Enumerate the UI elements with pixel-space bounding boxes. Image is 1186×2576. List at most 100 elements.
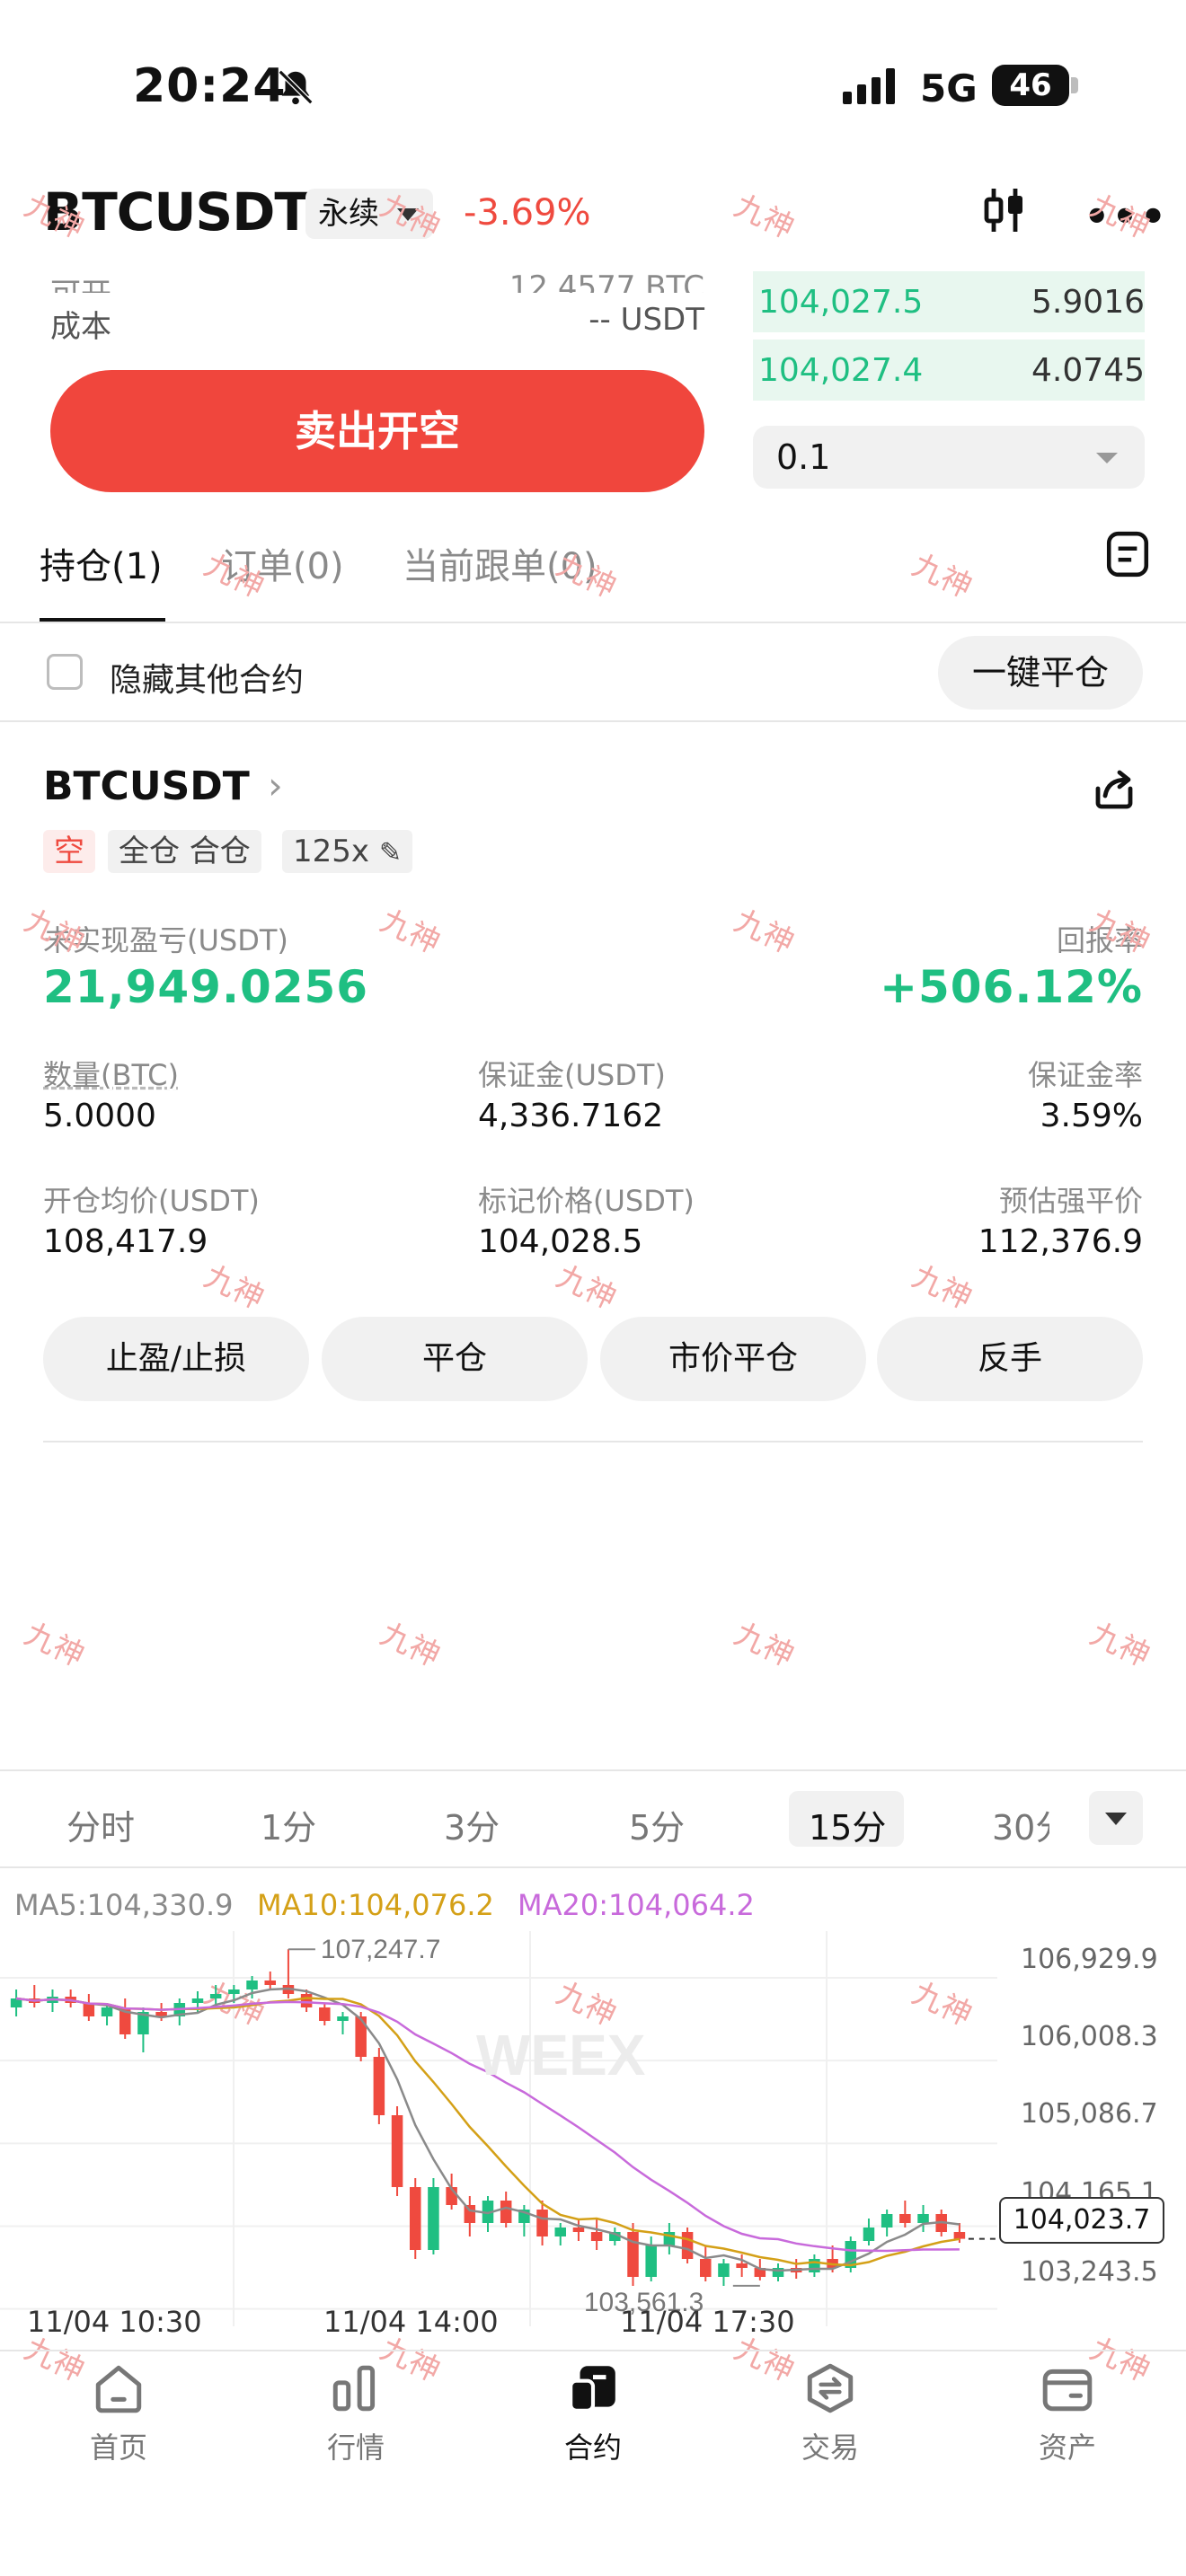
divider xyxy=(43,1441,1143,1442)
candle-body xyxy=(428,2187,439,2250)
chevron-right-icon[interactable]: › xyxy=(268,763,283,807)
orderbook-qty: 4.0745 xyxy=(1031,352,1145,389)
interval-tab-3m[interactable]: 3分 xyxy=(444,1800,500,1849)
high-label: 107,247.7 xyxy=(321,1935,440,1964)
candle-body xyxy=(319,2007,331,2021)
watermark: 九神 xyxy=(551,1258,622,1318)
close-position-button[interactable]: 平仓 xyxy=(322,1317,588,1401)
candle-body xyxy=(718,2263,730,2277)
watermark: 九神 xyxy=(729,188,800,247)
interval-tab-30m[interactable]: 30分 xyxy=(992,1800,1049,1849)
sell-open-short-button[interactable]: 卖出开空 xyxy=(50,370,704,492)
entry-price-value: 108,417.9 xyxy=(43,1223,208,1260)
candle-body xyxy=(101,2007,113,2016)
orderbook-row[interactable]: 104,027.4 4.0745 xyxy=(753,340,1145,401)
watermark: 九神 xyxy=(375,903,446,962)
liq-price-label: 预估强平价 xyxy=(998,1184,1143,1218)
divider xyxy=(0,622,1186,623)
candle-body xyxy=(590,2232,603,2241)
nav-assets-label: 资产 xyxy=(1038,2430,1096,2465)
candle-body xyxy=(209,1994,222,1998)
qty-label[interactable]: 数量(BTC) xyxy=(43,1053,179,1094)
y-tick-label: 106,929.9 xyxy=(1021,1944,1158,1975)
watermark: 九神 xyxy=(375,1616,446,1675)
orderbook-row[interactable]: 104,027.5 5.9016 xyxy=(753,271,1145,332)
ma20-text: MA20:104,064.2 xyxy=(518,1888,755,1922)
depth-precision-select[interactable]: 0.1 xyxy=(753,426,1145,489)
share-icon[interactable] xyxy=(1091,765,1137,812)
candle-body xyxy=(736,2263,748,2268)
hide-others-checkbox[interactable] xyxy=(47,654,83,690)
candlestick-chart-icon[interactable] xyxy=(979,185,1030,235)
y-tick-label: 104,165.1 xyxy=(1021,2177,1158,2197)
chevron-down-icon xyxy=(1105,1813,1127,1825)
margin-label: 保证金(USDT) xyxy=(478,1058,666,1092)
candle-body xyxy=(300,1994,313,2007)
tab-positions[interactable]: 持仓(1) xyxy=(40,537,163,589)
x-tick-label: 11/04 14:00 xyxy=(323,2305,499,2339)
divider xyxy=(0,1866,1186,1868)
signal-icon xyxy=(843,68,895,104)
interval-more-button[interactable] xyxy=(1089,1791,1143,1845)
market-close-button[interactable]: 市价平仓 xyxy=(600,1317,866,1401)
candle-body xyxy=(953,2232,966,2239)
margin-rate-label: 保证金率 xyxy=(1027,1058,1143,1092)
watermark: 九神 xyxy=(729,903,800,962)
watermark: 九神 xyxy=(1084,1616,1155,1675)
candle-body xyxy=(464,2205,476,2223)
close-all-button[interactable]: 一键平仓 xyxy=(938,636,1143,710)
nav-home-label: 首页 xyxy=(89,2430,147,2465)
bar-chart-icon xyxy=(332,2365,376,2412)
order-history-icon[interactable] xyxy=(1105,530,1150,578)
interval-tab-15m[interactable]: 15分 xyxy=(809,1800,886,1849)
candle-body xyxy=(899,2214,911,2223)
candle-body xyxy=(863,2228,875,2241)
orderbook-qty: 5.9016 xyxy=(1031,284,1145,321)
interval-tab-1m[interactable]: 1分 xyxy=(261,1800,316,1849)
y-tick-label: 106,008.3 xyxy=(1021,2021,1158,2052)
margin-mode-badge: 全仓 合仓 xyxy=(108,830,261,873)
divider xyxy=(0,720,1186,722)
nav-trade-label: 交易 xyxy=(801,2430,859,2465)
qty-value: 5.0000 xyxy=(43,1098,156,1134)
interval-tab-5m[interactable]: 5分 xyxy=(629,1800,685,1849)
status-time: 20:24 xyxy=(133,59,287,113)
nav-assets[interactable]: 资产 xyxy=(978,2360,1157,2466)
watermark: 九神 xyxy=(199,1258,270,1318)
watermark: 九神 xyxy=(19,1616,90,1675)
watermark: 九神 xyxy=(907,1258,978,1318)
position-symbol[interactable]: BTCUSDT xyxy=(43,763,250,809)
reverse-button[interactable]: 反手 xyxy=(877,1317,1143,1401)
candle-body xyxy=(627,2232,639,2277)
price-change: -3.69% xyxy=(464,192,591,234)
nav-futures[interactable]: 合约 xyxy=(503,2360,683,2466)
nav-markets[interactable]: 行情 xyxy=(266,2360,446,2466)
available-value: 12.4577 BTC xyxy=(509,269,704,293)
candle-body xyxy=(246,1981,258,1989)
nav-home[interactable]: 首页 xyxy=(29,2360,208,2466)
liq-price-value: 112,376.9 xyxy=(978,1223,1143,1260)
tp-sl-button[interactable]: 止盈/止损 xyxy=(43,1317,309,1401)
mark-price-value: 104,028.5 xyxy=(478,1223,643,1260)
nav-markets-label: 行情 xyxy=(326,2430,385,2465)
orderbook-price: 104,027.4 xyxy=(758,352,924,389)
futures-icon xyxy=(569,2366,615,2413)
candle-body xyxy=(373,2057,385,2115)
leverage-value: 125x xyxy=(293,834,370,869)
orderbook-price: 104,027.5 xyxy=(758,284,924,321)
nav-trade[interactable]: 交易 xyxy=(740,2360,920,2466)
candle-body xyxy=(409,2187,421,2250)
entry-price-label: 开仓均价(USDT) xyxy=(43,1184,260,1218)
interval-tab-timeshare[interactable]: 分时 xyxy=(66,1800,135,1849)
candle-body xyxy=(645,2245,657,2277)
candle-body xyxy=(264,1981,276,1985)
kline-chart[interactable]: 107,247.7103,561.3WEEX xyxy=(0,1931,1186,2335)
candle-body xyxy=(391,2115,403,2187)
nav-futures-label: 合约 xyxy=(563,2430,622,2465)
leverage-badge[interactable]: 125x ✎ xyxy=(282,830,412,873)
ma5-legend: MA5:104,330.9 xyxy=(14,1888,234,1922)
brand-watermark: WEEX xyxy=(476,2023,646,2087)
x-tick-label: 11/04 17:30 xyxy=(620,2305,795,2339)
hide-others-label: 隐藏其他合约 xyxy=(110,662,305,699)
edit-icon: ✎ xyxy=(378,837,402,869)
